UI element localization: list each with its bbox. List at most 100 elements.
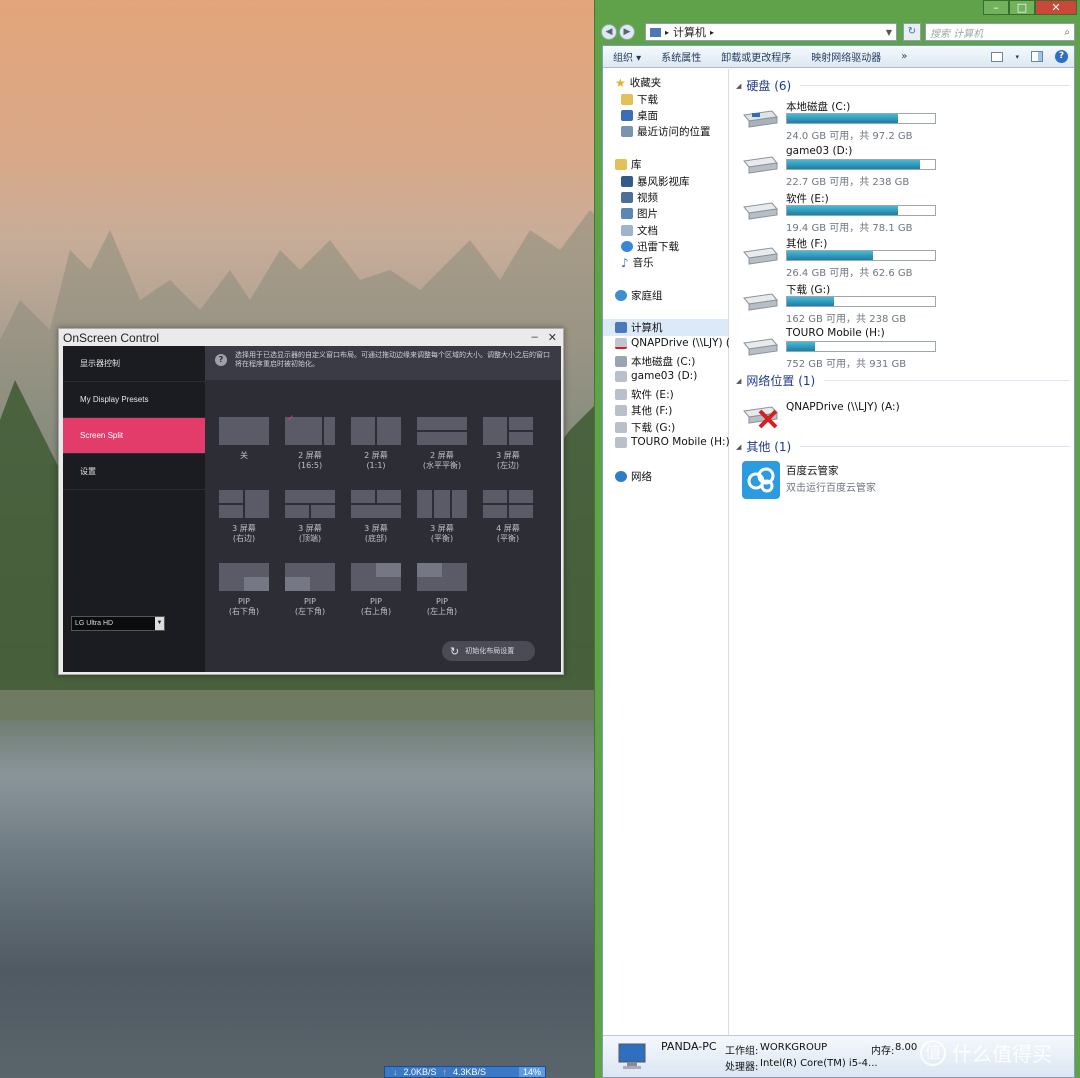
nav-homegroup[interactable]: 家庭组 xyxy=(615,288,663,303)
minimize-button[interactable]: – xyxy=(983,0,1009,15)
nav-lib-video[interactable]: 视频 xyxy=(621,190,658,205)
layout-off[interactable]: 关 xyxy=(218,417,270,461)
drive-item[interactable]: 下载 (G:) 162 GB 可用，共 238 GB xyxy=(742,282,962,326)
chevron-down-icon[interactable]: ▾ xyxy=(1015,53,1019,61)
layout-sublabel: (1:1) xyxy=(366,461,386,470)
baidu-cloud-desc: 双击运行百度云管家 xyxy=(786,483,876,494)
desktop-icon xyxy=(621,110,633,121)
address-input[interactable]: ▸ 计算机 ▸ ▼ xyxy=(645,23,897,41)
sidebar-item-display-control[interactable]: 显示器控制 xyxy=(63,346,205,382)
layout-label: 4 屏幕 xyxy=(496,524,520,533)
forward-button[interactable]: ▶ xyxy=(619,24,635,40)
layout-2screen-horizontal[interactable]: 2 屏幕 (水平平衡) xyxy=(416,417,468,471)
group-header-hard-drives[interactable]: ◢ 硬盘 (6) xyxy=(736,77,1070,94)
layout-3screen-balanced[interactable]: 3 屏幕 (平衡) xyxy=(416,490,468,544)
group-header-other[interactable]: ◢ 其他 (1) xyxy=(736,438,1070,455)
nav-drive-qnap[interactable]: QNAPDrive (\\LJY) ( xyxy=(615,337,730,349)
nav-drive-d[interactable]: game03 (D:) xyxy=(615,370,697,382)
system-properties-button[interactable]: 系统属性 xyxy=(651,49,711,64)
layout-label: 3 屏幕 xyxy=(430,524,454,533)
nav-lib-music[interactable]: ♪ 音乐 xyxy=(621,255,654,270)
layout-3screen-top[interactable]: 3 屏幕 (顶端) xyxy=(284,490,336,544)
nav-network[interactable]: 网络 xyxy=(615,469,652,484)
reset-layout-button[interactable]: ↻ 初始化布局设置 xyxy=(442,641,535,661)
layout-pip-top-left[interactable]: PIP (左上角) xyxy=(416,563,468,617)
monitor-select[interactable]: LG Ultra HD ▼ xyxy=(71,616,165,631)
layout-sublabel: (左上角) xyxy=(426,607,458,616)
group-header-network-locations[interactable]: ◢ 网络位置 (1) xyxy=(736,372,1070,389)
system-drive-icon xyxy=(743,110,778,128)
drive-item[interactable]: 其他 (F:) 26.4 GB 可用，共 62.6 GB xyxy=(742,236,962,280)
network-icon xyxy=(615,471,627,482)
nav-drive-f[interactable]: 其他 (F:) xyxy=(615,403,672,418)
nav-drive-c[interactable]: 本地磁盘 (C:) xyxy=(615,354,695,369)
preview-pane-icon[interactable] xyxy=(1031,51,1043,62)
layout-3screen-bottom[interactable]: 3 屏幕 (底部) xyxy=(350,490,402,544)
chevron-down-icon[interactable]: ▼ xyxy=(886,28,896,37)
music-icon: ♪ xyxy=(621,255,629,270)
collapse-icon[interactable]: ◢ xyxy=(736,82,741,90)
close-button[interactable]: ✕ xyxy=(1035,0,1077,15)
sidebar-item-my-display-presets[interactable]: My Display Presets xyxy=(63,382,205,418)
collapse-icon[interactable]: ◢ xyxy=(736,377,741,385)
organize-menu[interactable]: 组织 ▾ xyxy=(603,49,651,64)
system-drive-icon xyxy=(615,356,627,367)
cpu-percent: 14% xyxy=(518,1067,545,1077)
nav-libraries[interactable]: 库 xyxy=(615,157,642,172)
sidebar-item-screen-split[interactable]: Screen Split xyxy=(63,418,205,454)
maximize-button[interactable]: □ xyxy=(1009,0,1035,15)
minimize-button[interactable]: – xyxy=(532,331,538,344)
reset-layout-label: 初始化布局设置 xyxy=(465,647,515,655)
layout-3screen-right[interactable]: 3 屏幕 (右边) xyxy=(218,490,270,544)
nav-drive-e[interactable]: 软件 (E:) xyxy=(615,387,674,402)
layout-4screen-balanced[interactable]: 4 屏幕 (平衡) xyxy=(482,490,534,544)
sidebar-item-settings[interactable]: 设置 xyxy=(63,454,205,490)
back-button[interactable]: ◀ xyxy=(601,24,617,40)
drive-item[interactable]: game03 (D:) 22.7 GB 可用，共 238 GB xyxy=(742,145,962,189)
nav-fav-recent[interactable]: 最近访问的位置 xyxy=(621,124,711,139)
layout-pip-top-right[interactable]: PIP (右上角) xyxy=(350,563,402,617)
network-speed-meter[interactable]: ↓ 2.0KB/S ↑ 4.3KB/S 14% xyxy=(384,1066,546,1078)
breadcrumb-computer[interactable]: 计算机 xyxy=(673,24,706,40)
recent-places-icon xyxy=(621,126,633,137)
network-drive-item[interactable]: QNAPDrive (\\LJY) (A:) xyxy=(742,399,942,429)
layout-pip-bottom-left[interactable]: PIP (左下角) xyxy=(284,563,336,617)
collapse-icon[interactable]: ◢ xyxy=(736,443,741,451)
osc-titlebar[interactable]: OnScreen Control – ✕ xyxy=(59,329,563,346)
view-options-icon[interactable] xyxy=(991,51,1004,62)
homegroup-icon xyxy=(615,290,627,301)
uninstall-program-button[interactable]: 卸载或更改程序 xyxy=(711,49,801,64)
search-icon[interactable]: ⌕ xyxy=(1064,27,1074,38)
nav-drive-g[interactable]: 下载 (G:) xyxy=(615,420,675,435)
layout-label: 2 屏幕 xyxy=(430,451,454,460)
drive-item[interactable]: 软件 (E:) 19.4 GB 可用，共 78.1 GB xyxy=(742,191,962,235)
nav-fav-downloads[interactable]: 下载 xyxy=(621,92,658,107)
nav-computer[interactable]: 计算机 xyxy=(603,319,728,336)
more-commands-button[interactable]: » xyxy=(891,51,917,62)
nav-lib-pictures[interactable]: 图片 xyxy=(621,206,658,221)
layout-2screen-16-5[interactable]: ✓ 2 屏幕 (16:5) xyxy=(284,414,336,471)
search-input[interactable]: 搜索 计算机 ⌕ xyxy=(925,23,1075,41)
nav-lib-xunlei[interactable]: 迅雷下载 xyxy=(621,239,679,254)
refresh-button[interactable]: ↻ xyxy=(903,23,921,41)
layout-pip-bottom-right[interactable]: PIP (右下角) xyxy=(218,563,270,617)
nav-lib-documents[interactable]: 文档 xyxy=(621,223,658,238)
nav-favorites[interactable]: ★ 收藏夹 xyxy=(615,75,661,90)
documents-icon xyxy=(621,225,633,236)
chevron-down-icon[interactable]: ▼ xyxy=(155,617,164,630)
map-network-drive-button[interactable]: 映射网络驱动器 xyxy=(801,49,891,64)
explorer-titlebar[interactable]: – □ ✕ xyxy=(595,0,1080,20)
baidu-cloud-name[interactable]: 百度云管家 xyxy=(786,463,839,478)
close-button[interactable]: ✕ xyxy=(548,331,557,344)
nav-drive-h[interactable]: TOURO Mobile (H:) xyxy=(615,436,730,448)
drive-item[interactable]: 本地磁盘 (C:) 24.0 GB 可用，共 97.2 GB xyxy=(742,99,962,143)
nav-lib-baofeng[interactable]: 暴风影视库 xyxy=(621,174,690,189)
hard-drive-icon xyxy=(743,293,778,311)
help-icon[interactable]: ? xyxy=(1055,50,1068,63)
layout-3screen-left[interactable]: 3 屏幕 (左边) xyxy=(482,417,534,471)
drive-name: game03 (D:) xyxy=(786,145,853,157)
drive-item[interactable]: TOURO Mobile (H:) 752 GB 可用，共 931 GB xyxy=(742,327,962,371)
drive-usage-fill xyxy=(787,342,816,351)
layout-2screen-1-1[interactable]: 2 屏幕 (1:1) xyxy=(350,417,402,471)
nav-fav-desktop[interactable]: 桌面 xyxy=(621,108,658,123)
